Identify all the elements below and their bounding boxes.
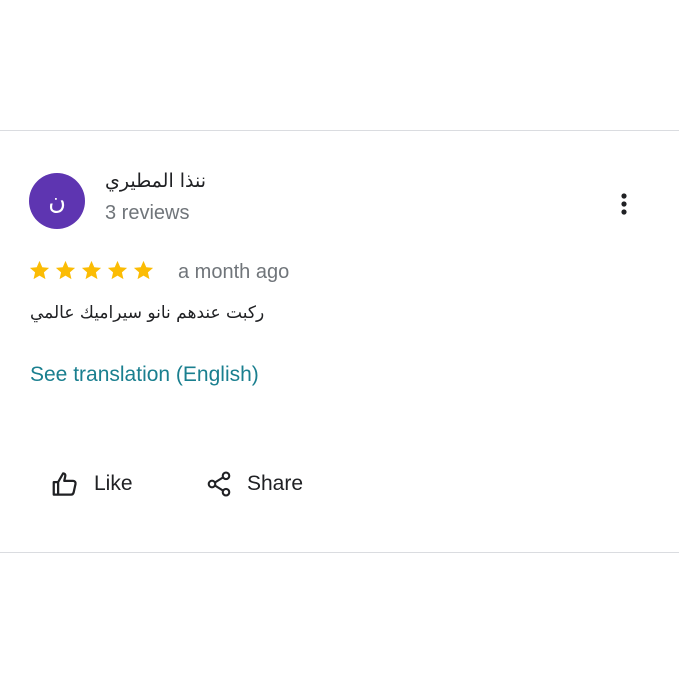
share-button[interactable]: Share <box>205 466 303 502</box>
like-label: Like <box>94 472 133 495</box>
see-translation-link[interactable]: See translation (English) <box>30 363 259 387</box>
star-icon <box>29 260 50 280</box>
star-icon <box>107 260 128 280</box>
star-icon <box>55 260 76 280</box>
star-icon <box>133 260 154 280</box>
review-date: a month ago <box>178 261 290 283</box>
share-icon <box>207 471 231 497</box>
star-rating <box>28 259 155 282</box>
review-count[interactable]: 3 reviews <box>105 202 189 225</box>
thumb-up-icon <box>52 472 77 496</box>
share-label: Share <box>247 472 304 495</box>
review-text: ركبت عندهم نانو سيراميك عالمي <box>30 303 265 323</box>
more-options-button[interactable] <box>610 188 638 220</box>
top-divider <box>0 130 679 131</box>
more-vert-icon <box>621 193 627 215</box>
avatar[interactable]: ن <box>29 173 85 229</box>
like-button[interactable]: Like <box>50 466 133 502</box>
reviewer-name[interactable]: ننذا المطيري <box>105 170 206 192</box>
star-icon <box>81 260 102 280</box>
bottom-divider <box>0 552 679 553</box>
avatar-initial: ن <box>48 187 66 215</box>
